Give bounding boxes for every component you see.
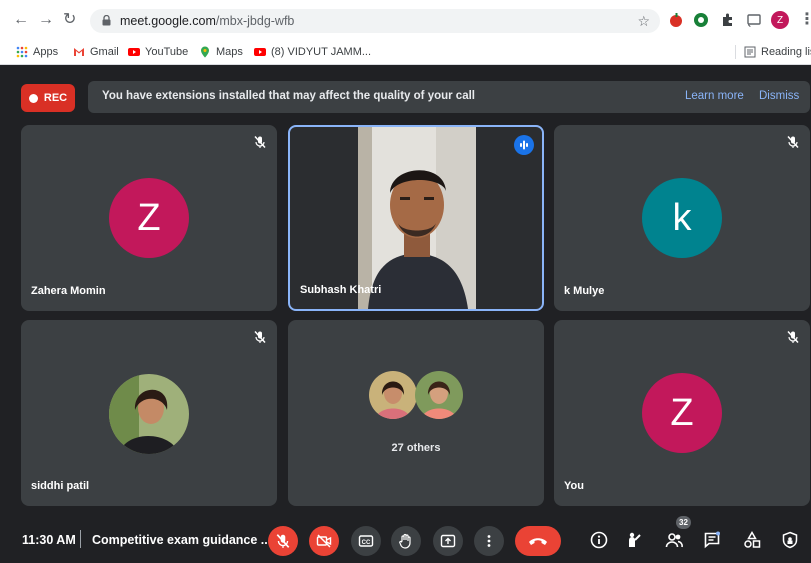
bookmark-label: Maps [216, 46, 243, 58]
gmail-icon [74, 48, 84, 56]
participant-video [358, 127, 476, 309]
audio-wave-icon [520, 140, 528, 150]
chat-button[interactable] [703, 531, 721, 549]
camera-off-icon [316, 534, 332, 548]
reload-icon[interactable]: ↻ [63, 12, 76, 28]
maps-icon [201, 46, 209, 58]
more-menu-icon[interactable]: ⋮ [799, 12, 811, 28]
captions-button[interactable]: CC [351, 526, 381, 556]
mic-off-icon [276, 534, 290, 548]
extension-apple-icon[interactable] [668, 12, 684, 28]
participant-tile-subhash[interactable]: Subhash Khatri [288, 125, 544, 311]
rec-label: REC [43, 92, 68, 104]
address-bar[interactable]: meet.google.com/mbx-jbdg-wfb ☆ [90, 9, 660, 33]
profile-avatar[interactable]: Z [771, 11, 789, 29]
raise-hand-icon [399, 533, 411, 549]
more-vertical-icon [487, 535, 491, 547]
avatar: Z [642, 373, 722, 453]
bookmark-divider [735, 45, 736, 59]
bookmark-label: YouTube [145, 46, 189, 58]
info-icon [590, 531, 608, 549]
reading-list-icon [744, 46, 756, 58]
raise-hand-button[interactable] [391, 526, 421, 556]
bookmark-label: (8) VIDYUT JAMM... [271, 46, 372, 58]
bookmark-label: Apps [33, 46, 59, 58]
participant-tile-zahera[interactable]: Z Zahera Momin [21, 125, 277, 311]
end-call-icon [529, 538, 547, 545]
bookmark-gmail[interactable]: Gmail [73, 46, 119, 58]
avatar: k [642, 178, 722, 258]
extensions-warning-banner: You have extensions installed that may a… [88, 81, 810, 113]
url-text: meet.google.com/mbx-jbdg-wfb [120, 14, 294, 28]
activities-shapes-icon [744, 531, 761, 548]
reading-list-button[interactable]: Reading list [744, 46, 811, 58]
bookmark-label: Gmail [90, 46, 119, 58]
mic-off-icon [254, 330, 266, 344]
shield-lock-icon [782, 531, 798, 549]
bookmark-apps[interactable]: Apps [16, 46, 58, 58]
extensions-puzzle-icon[interactable] [720, 12, 736, 28]
divider [80, 530, 81, 548]
participant-name: Zahera Momin [31, 285, 106, 297]
url-path: /mbx-jbdg-wfb [215, 14, 295, 28]
meeting-title: Competitive exam guidance ... [92, 533, 272, 547]
chat-icon [704, 531, 720, 549]
cast-icon[interactable] [746, 12, 762, 28]
participant-tile-others[interactable]: 27 others [288, 320, 544, 506]
participant-tile-kmulye[interactable]: k k Mulye [554, 125, 810, 311]
present-screen-button[interactable] [433, 526, 463, 556]
bookmark-vidyut[interactable]: (8) VIDYUT JAMM... [254, 46, 371, 58]
mic-off-icon [787, 330, 799, 344]
avatar: Z [109, 178, 189, 258]
others-avatar-1 [369, 371, 417, 419]
closed-captions-icon: CC [358, 535, 374, 547]
participant-name: siddhi patil [31, 480, 90, 492]
youtube-icon [128, 48, 140, 56]
hand-raise-queue-button[interactable] [626, 531, 644, 549]
others-count-label: 27 others [391, 442, 441, 454]
recording-badge: REC [21, 84, 75, 112]
person-hand-icon [629, 532, 641, 547]
reading-list-label: Reading list [761, 46, 811, 58]
back-arrow-icon[interactable]: ← [13, 12, 29, 28]
toggle-mic-button[interactable] [268, 526, 298, 556]
participant-name: k Mulye [564, 285, 605, 297]
svg-text:CC: CC [362, 540, 371, 546]
avatar [109, 374, 189, 454]
participant-name: Subhash Khatri [300, 284, 382, 296]
dismiss-button[interactable]: Dismiss [759, 90, 799, 102]
activities-button[interactable] [743, 531, 761, 549]
leave-call-button[interactable] [515, 526, 561, 556]
record-dot-icon [28, 93, 38, 103]
url-host: meet.google.com [120, 14, 216, 28]
youtube-icon [254, 48, 266, 56]
apps-grid-icon [16, 46, 28, 58]
mic-off-icon [787, 135, 799, 149]
learn-more-link[interactable]: Learn more [685, 90, 744, 102]
participant-count-badge: 32 [676, 516, 691, 529]
present-screen-icon [440, 534, 456, 548]
people-button[interactable] [665, 531, 683, 549]
lock-icon [102, 15, 111, 26]
meeting-details-button[interactable] [590, 531, 608, 549]
bookmark-maps[interactable]: Maps [199, 46, 243, 58]
banner-message: You have extensions installed that may a… [102, 90, 475, 102]
extension-green-icon[interactable] [693, 12, 709, 28]
participant-name: You [564, 480, 584, 492]
participant-tile-siddhi[interactable]: siddhi patil [21, 320, 277, 506]
participant-tile-you[interactable]: Z You [554, 320, 810, 506]
host-controls-button[interactable] [781, 531, 799, 549]
speaking-indicator [514, 135, 534, 155]
bookmarks-bar: Apps Gmail YouTube Maps (8) VIDYUT JAMM.… [0, 40, 811, 65]
bookmark-star-icon[interactable]: ☆ [637, 13, 650, 30]
people-icon [665, 533, 683, 548]
browser-toolbar: ← → ↻ meet.google.com/mbx-jbdg-wfb ☆ Z ⋮ [0, 0, 811, 40]
forward-arrow-icon[interactable]: → [38, 12, 54, 28]
mic-off-icon [254, 135, 266, 149]
more-options-button[interactable] [474, 526, 504, 556]
bookmark-youtube[interactable]: YouTube [128, 46, 188, 58]
toggle-camera-button[interactable] [309, 526, 339, 556]
others-avatar-2 [415, 371, 463, 419]
meeting-time: 11:30 AM [22, 533, 76, 547]
